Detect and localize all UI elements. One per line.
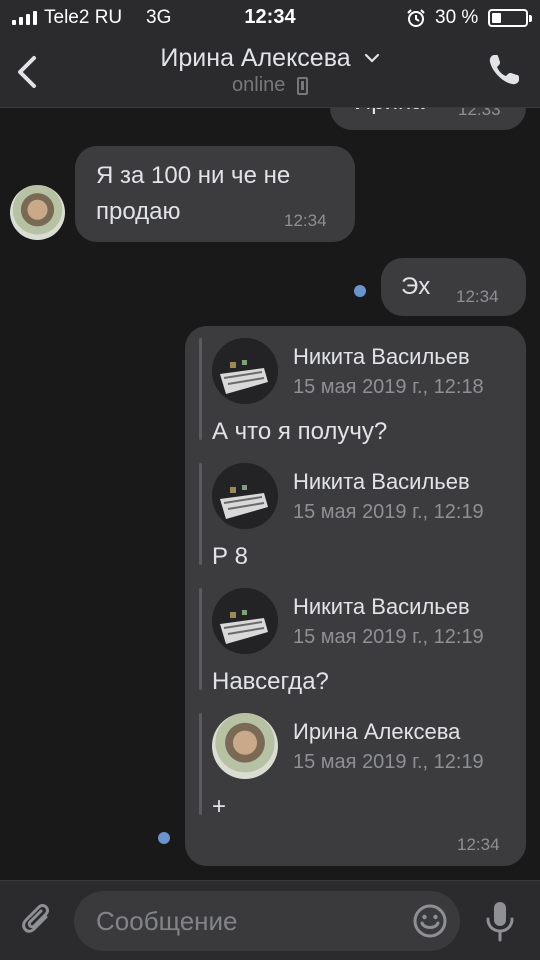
forward-sender-name: Никита Васильев	[293, 594, 470, 619]
status-bar: Tele2 RU 3G 12:34 30 %	[0, 0, 540, 36]
avatar-image	[212, 338, 278, 404]
call-button[interactable]	[486, 52, 522, 88]
message-text-line-1: Я за 100 ни че не	[96, 162, 291, 189]
sender-avatar[interactable]	[212, 463, 278, 529]
attach-button[interactable]	[20, 901, 56, 941]
avatar-image	[212, 588, 278, 654]
emoji-button[interactable]	[412, 903, 448, 939]
unread-indicator	[354, 285, 366, 297]
message-input-container	[74, 891, 460, 951]
message-text: Эх	[401, 273, 431, 300]
message-text-line-2: продаю	[96, 198, 181, 225]
message-input[interactable]	[96, 891, 396, 951]
forwarded-messages-bubble[interactable]: Никита Васильев 15 мая 2019 г., 12:18 А …	[185, 326, 526, 866]
mobile-phone-icon	[296, 76, 308, 95]
forward-sender-name: Ирина Алексева	[293, 719, 461, 744]
microphone-icon	[486, 902, 514, 942]
message-bubble-incoming[interactable]: Я за 100 ни че не продаю 12:34	[75, 146, 355, 242]
chat-header: Ирина Алексева online	[0, 36, 540, 108]
message-composer	[0, 880, 540, 960]
sender-avatar[interactable]	[212, 713, 278, 779]
forward-text: +	[212, 793, 227, 820]
online-status-text: online	[232, 74, 286, 97]
alarm-clock-icon	[407, 9, 425, 27]
message-time: 12:34	[457, 835, 500, 854]
forward-date: 15 мая 2019 г., 12:18	[293, 376, 484, 398]
message-bubble-outgoing[interactable]: Ирина 12:33	[330, 108, 526, 130]
forward-text: Навсегда?	[212, 668, 329, 695]
forward-date: 15 мая 2019 г., 12:19	[293, 501, 484, 523]
contact-avatar[interactable]	[10, 185, 65, 240]
voice-message-button[interactable]	[482, 899, 518, 943]
chevron-down-icon	[364, 54, 379, 63]
message-list[interactable]: Ирина 12:33 Я за 100 ни че не продаю 12:…	[0, 108, 540, 880]
battery-percent: 30 %	[435, 7, 479, 28]
emoji-smile-icon	[413, 904, 447, 938]
message-text: Ирина	[354, 108, 425, 119]
sender-avatar[interactable]	[212, 338, 278, 404]
paperclip-icon	[22, 904, 49, 933]
forward-quote-line	[199, 338, 202, 440]
unread-indicator	[158, 832, 170, 844]
forward-quote-line	[199, 588, 202, 690]
sender-avatar[interactable]	[212, 588, 278, 654]
message-bubble-outgoing[interactable]: Эх 12:34	[381, 258, 526, 316]
message-time: 12:33	[458, 108, 501, 119]
battery-icon	[488, 9, 532, 27]
message-time: 12:34	[456, 287, 499, 306]
forward-quote-line	[199, 463, 202, 565]
chat-title[interactable]: Ирина Алексева	[0, 43, 540, 73]
phone-call-icon	[489, 55, 519, 85]
forward-date: 15 мая 2019 г., 12:19	[293, 626, 484, 648]
contact-status: online	[0, 74, 540, 97]
forward-text: А что я получу?	[212, 418, 388, 445]
forward-text: Р 8	[212, 543, 249, 570]
message-time: 12:34	[284, 211, 327, 230]
avatar-image	[212, 463, 278, 529]
forward-sender-name: Никита Васильев	[293, 469, 470, 494]
contact-name: Ирина Алексева	[160, 43, 351, 72]
forward-quote-line	[199, 713, 202, 815]
forward-date: 15 мая 2019 г., 12:19	[293, 751, 484, 773]
forward-sender-name: Никита Васильев	[293, 344, 470, 369]
